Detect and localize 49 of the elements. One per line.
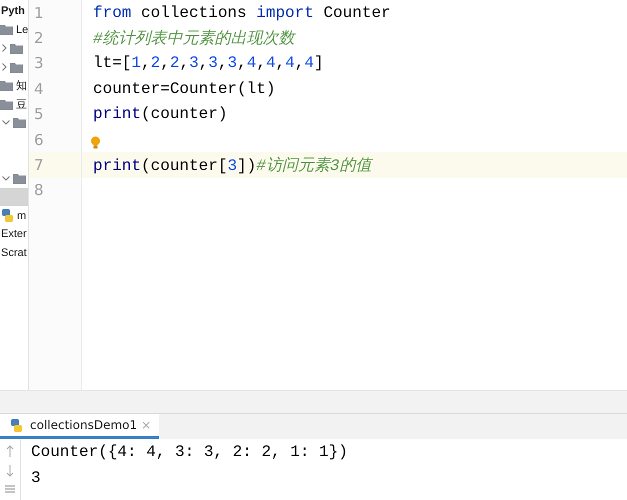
up-arrow-icon[interactable] <box>6 445 14 457</box>
tree-label: m <box>17 210 26 222</box>
chevron-down-icon[interactable] <box>2 176 10 181</box>
line-number: 5 <box>33 105 44 124</box>
code-line: from collections import Counter <box>92 4 391 22</box>
tree-label: Scrat <box>1 246 27 259</box>
down-arrow-icon[interactable] <box>6 465 14 477</box>
tree-row[interactable]: 豆 <box>0 94 28 114</box>
lightbulb-icon[interactable] <box>90 136 101 150</box>
wrap-lines-icon[interactable] <box>5 485 15 493</box>
tree-label: Pyth <box>1 5 25 18</box>
code-editor[interactable]: from collections import Counter #统计列表中元素的出现次数 lt=[1,2,2,3,3,3,4,4,4,4] counter=Counter(lt) print(counter) print(counter[3])#访问元素3的值 <box>82 0 627 390</box>
tree-label: 豆 <box>16 98 27 112</box>
line-number: 3 <box>33 54 44 72</box>
folder-icon <box>13 172 26 184</box>
line-number: 4 <box>33 80 44 98</box>
folder-icon <box>0 98 13 110</box>
code-line: counter=Counter(lt) <box>92 80 276 98</box>
chevron-right-icon[interactable] <box>2 63 7 72</box>
line-number: 7 <box>33 156 44 174</box>
console-output: Counter({4: 4, 3: 3, 2: 2, 1: 1}) <box>31 442 348 463</box>
tree-label: Le <box>16 24 28 36</box>
tree-row[interactable]: m <box>0 206 28 225</box>
folder-icon <box>0 24 13 36</box>
tree-label: 知 <box>16 79 27 94</box>
chevron-right-icon[interactable] <box>2 44 7 52</box>
folder-icon <box>13 117 26 128</box>
tree-row[interactable]: Exter <box>0 224 28 244</box>
code-line: print(counter) <box>92 105 228 124</box>
tree-row[interactable]: 知 <box>0 76 28 95</box>
run-tab[interactable]: collectionsDemo1 × <box>0 414 160 439</box>
tree-row[interactable]: Le <box>0 20 28 40</box>
python-icon <box>10 418 23 432</box>
chevron-down-icon[interactable] <box>2 120 10 126</box>
tree-label: Exter <box>1 228 27 240</box>
tree-row[interactable]: Scrat <box>0 244 28 262</box>
line-number: 1 <box>33 4 44 22</box>
line-number: 6 <box>33 130 44 149</box>
line-number: 8 <box>33 181 44 200</box>
console-output: 3 <box>31 468 42 489</box>
code-line: print(counter[3])#访问元素3的值 <box>92 156 372 176</box>
folder-icon <box>0 80 13 92</box>
line-number: 2 <box>33 29 44 48</box>
python-icon <box>1 209 14 222</box>
folder-icon <box>10 62 23 73</box>
tree-row[interactable]: Pyth <box>0 2 28 21</box>
folder-icon <box>10 42 23 54</box>
code-line: lt=[1,2,2,3,3,3,4,4,4,4] <box>92 54 324 72</box>
code-line: #统计列表中元素的出现次数 <box>92 28 295 49</box>
